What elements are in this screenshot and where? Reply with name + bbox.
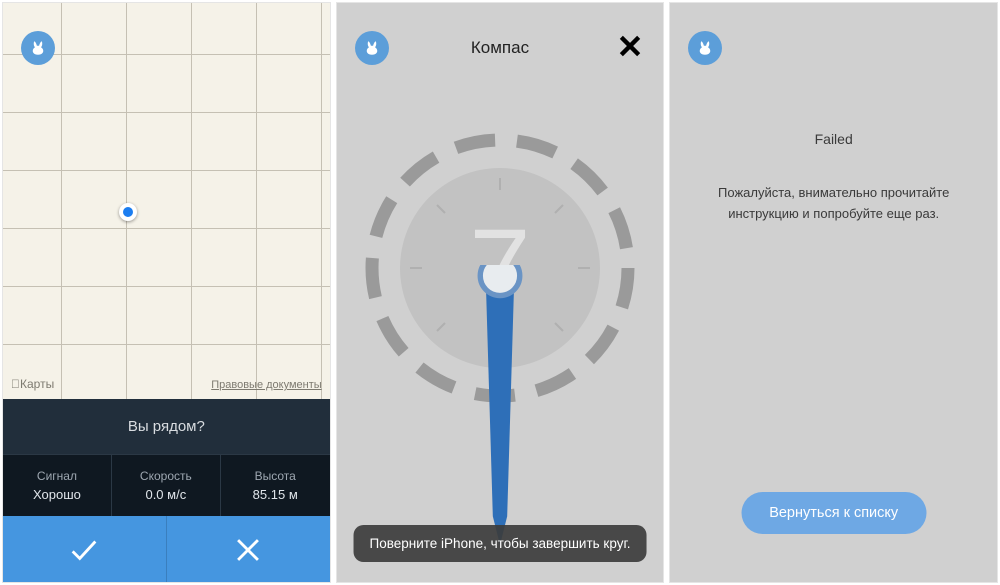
action-row [3,516,330,583]
map-area[interactable]: Карты Правовые документы [3,3,330,399]
current-location-marker [119,203,137,221]
check-icon [67,533,101,567]
bunny-icon [696,39,714,57]
failed-content: Failed Пожалуйста, внимательно прочитайт… [670,3,997,225]
apple-logo-icon:  [11,377,20,391]
stat-speed: Скорость 0.0 м/с [112,454,221,516]
cross-icon [231,533,265,567]
map-grid [3,3,330,399]
stats-row: Сигнал Хорошо Скорость 0.0 м/с Высота 85… [3,454,330,516]
map-attribution: Карты [11,377,54,391]
compass-dial: 7 [360,128,640,408]
compass-screen: Компас 7 Поверните iPhone, что [336,2,665,583]
screen-title: Компас [471,38,529,58]
legal-link[interactable]: Правовые документы [211,379,321,391]
instruction-tooltip: Поверните iPhone, чтобы завершить круг. [354,525,647,562]
close-button[interactable] [615,31,645,61]
status-text: Failed [670,131,997,147]
bunny-icon [29,39,47,57]
stat-signal: Сигнал Хорошо [3,454,112,516]
stat-altitude: Высота 85.15 м [221,454,330,516]
menu-button[interactable] [21,31,55,65]
close-icon [617,33,643,59]
map-screen: Карты Правовые документы Вы рядом? Сигн… [2,2,331,583]
failed-screen: Failed Пожалуйста, внимательно прочитайт… [669,2,998,583]
failed-message: Пожалуйста, внимательно прочитайте инстр… [670,183,997,225]
prompt-bar: Вы рядом? [3,399,330,454]
prompt-text: Вы рядом? [128,418,205,435]
compass-needle [360,265,640,545]
return-to-list-button[interactable]: Вернуться к списку [741,492,926,534]
accept-button[interactable] [3,516,167,583]
header: Компас [337,3,664,73]
reject-button[interactable] [167,516,330,583]
